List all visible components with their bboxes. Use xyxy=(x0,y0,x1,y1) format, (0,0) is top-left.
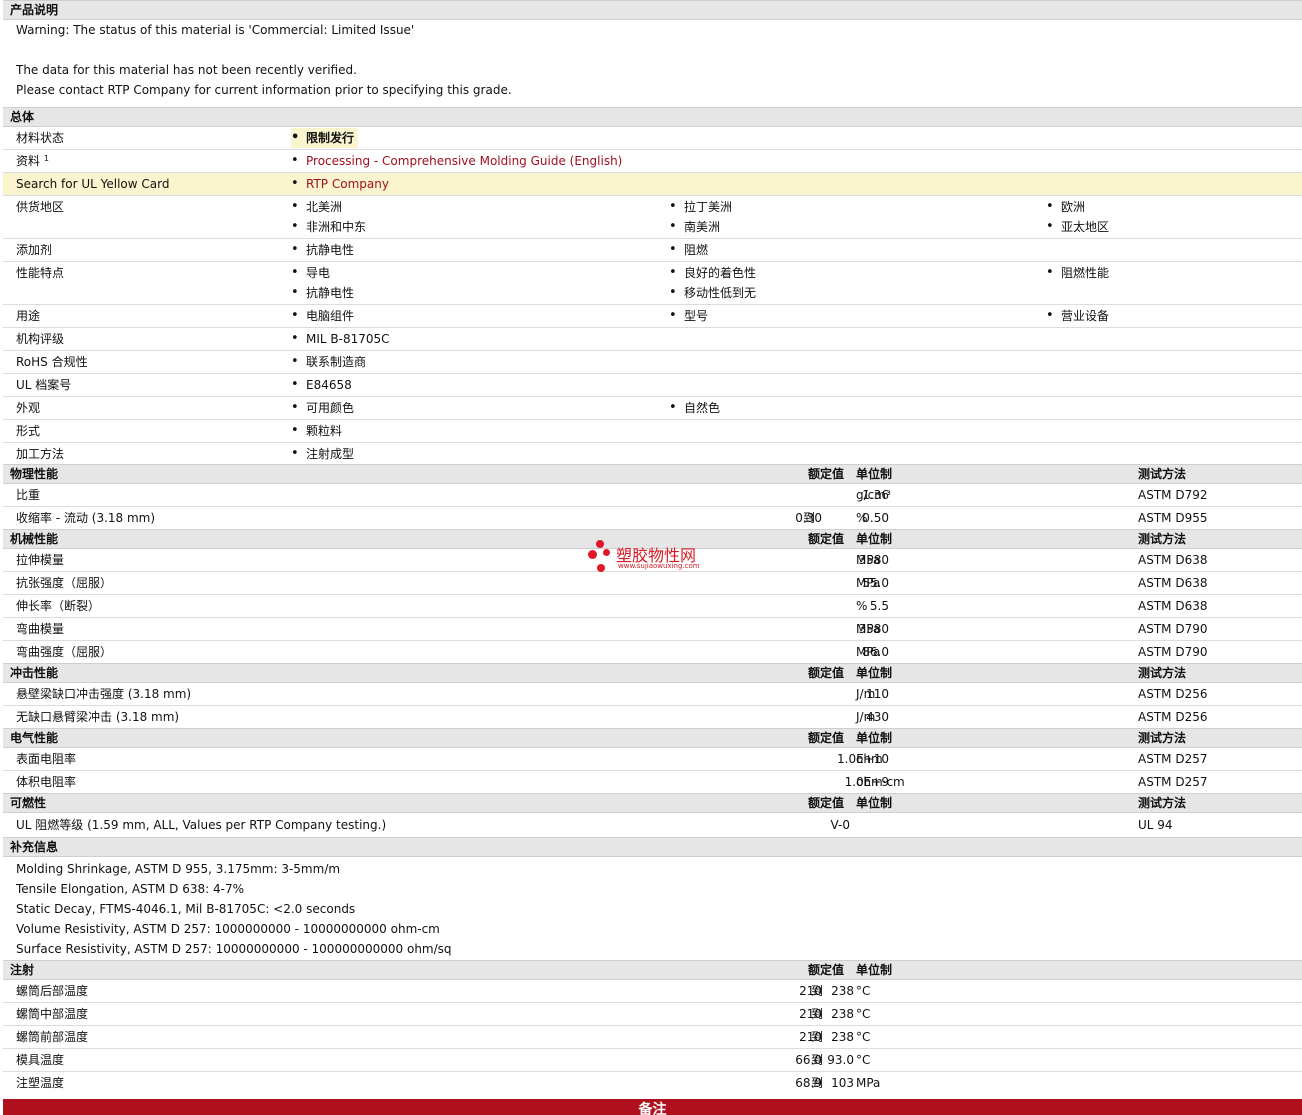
row-ul-file: UL 档案号 E84658 xyxy=(3,374,1302,397)
notes-footer-bar[interactable]: 备注 xyxy=(3,1099,1302,1115)
section-supplement: 补充信息 xyxy=(3,837,1302,857)
supplement-line: Tensile Elongation, ASTM D 638: 4-7% xyxy=(16,882,244,896)
row-process: 加工方法 注射成型 xyxy=(3,443,1302,464)
description-line xyxy=(3,40,1302,60)
table-row: UL 阻燃等级 (1.59 mm, ALL, Values per RTP Co… xyxy=(16,818,1173,832)
table-row: 模具温度 66.0 到 93.0 °C xyxy=(3,1049,1302,1072)
section-description: 产品说明 xyxy=(3,0,1302,20)
row-appearance: 外观 可用颜色 自然色 xyxy=(3,397,1302,420)
table-row: 注塑温度 68.9 到 103 MPa xyxy=(16,1076,881,1090)
section-physical: 物理性能 额定值 单位制 测试方法 xyxy=(3,464,1302,484)
rtp-company-link[interactable]: RTP Company xyxy=(306,177,389,191)
table-row: 螺筒前部温度 210 到 238 °C xyxy=(3,1026,1302,1049)
logo-dot-icon xyxy=(603,549,610,556)
description-line: Please contact RTP Company for current i… xyxy=(16,83,512,97)
table-row: 无缺口悬臂梁冲击 (3.18 mm) 430 J/m ASTM D256 xyxy=(16,710,1208,724)
row-docs: 资料 1 Processing - Comprehensive Molding … xyxy=(3,150,1302,173)
row-uses: 用途 电脑组件 型号 营业设备 xyxy=(3,305,1302,328)
table-row: 悬壁梁缺口冲击强度 (3.18 mm) 110 J/m ASTM D256 xyxy=(3,683,1302,706)
supplement-block: Molding Shrinkage, ASTM D 955, 3.175mm: … xyxy=(3,857,1302,960)
section-impact: 冲击性能 额定值 单位制 测试方法 xyxy=(3,663,1302,683)
table-row: 比重 1.36 g/cm³ ASTM D792 xyxy=(3,484,1302,507)
row-region: 供货地区 北美洲 拉丁美洲 欧洲 非洲和中东 南美洲 亚太地区 xyxy=(3,196,1302,239)
table-row: 伸长率（断裂） 5.5 % ASTM D638 xyxy=(3,595,1302,618)
supplement-line: Volume Resistivity, ASTM D 257: 10000000… xyxy=(16,922,440,936)
row-additive: 添加剂 抗静电性 阻燃 xyxy=(3,239,1302,262)
material-status-value: 限制发行 xyxy=(291,128,359,148)
description-block: Warning: The status of this material is … xyxy=(3,20,1302,107)
section-flammability: 可燃性 额定值 单位制 测试方法 xyxy=(3,793,1302,813)
supplement-line: Molding Shrinkage, ASTM D 955, 3.175mm: … xyxy=(16,862,341,876)
table-row: 螺筒中部温度 210 到 238 °C xyxy=(3,1003,1302,1026)
logo-dot-icon xyxy=(588,550,597,559)
row-features: 性能特点 导电 良好的着色性 阻燃性能 抗静电性 移动性低到无 xyxy=(3,262,1302,305)
supplement-line: Surface Resistivity, ASTM D 257: 1000000… xyxy=(16,942,452,956)
logo-dot-icon xyxy=(597,564,605,572)
row-material-status: 材料状态 限制发行 xyxy=(3,127,1302,150)
logo-dot-icon xyxy=(596,540,604,548)
molding-guide-link[interactable]: Processing - Comprehensive Molding Guide… xyxy=(306,154,622,168)
table-row: 表面电阻率 1.0E+10 ohm ASTM D257 xyxy=(3,748,1302,771)
description-line: Warning: The status of this material is … xyxy=(16,23,415,37)
section-general: 总体 xyxy=(3,107,1302,127)
table-row: 弯曲强度（屈服） 86.0 MPa ASTM D790 xyxy=(16,645,1208,659)
row-form: 形式 颗粒料 xyxy=(3,420,1302,443)
section-injection: 注射 额定值 单位制 xyxy=(3,960,1302,980)
table-row: 收缩率 - 流动 (3.18 mm) 0.30 到 0.50 % ASTM D9… xyxy=(16,511,1208,525)
table-row: 弯曲模量 3580 MPa ASTM D790 xyxy=(3,618,1302,641)
row-ul-card: Search for UL Yellow Card RTP Company xyxy=(3,173,1302,196)
watermark-logo: 塑胶物性网 www.sujiaowuxing.com xyxy=(588,540,718,576)
row-agency: 机构评级 MIL B-81705C xyxy=(3,328,1302,351)
description-line: The data for this material has not been … xyxy=(16,63,357,77)
table-row: 螺筒后部温度 210 到 238 °C xyxy=(3,980,1302,1003)
supplement-line: Static Decay, FTMS-4046.1, Mil B-81705C:… xyxy=(16,902,356,916)
table-row: 体积电阻率 1.0E+9 ohm·cm ASTM D257 xyxy=(16,775,1208,789)
section-electrical: 电气性能 额定值 单位制 测试方法 xyxy=(3,728,1302,748)
row-rohs: RoHS 合规性 联系制造商 xyxy=(3,351,1302,374)
